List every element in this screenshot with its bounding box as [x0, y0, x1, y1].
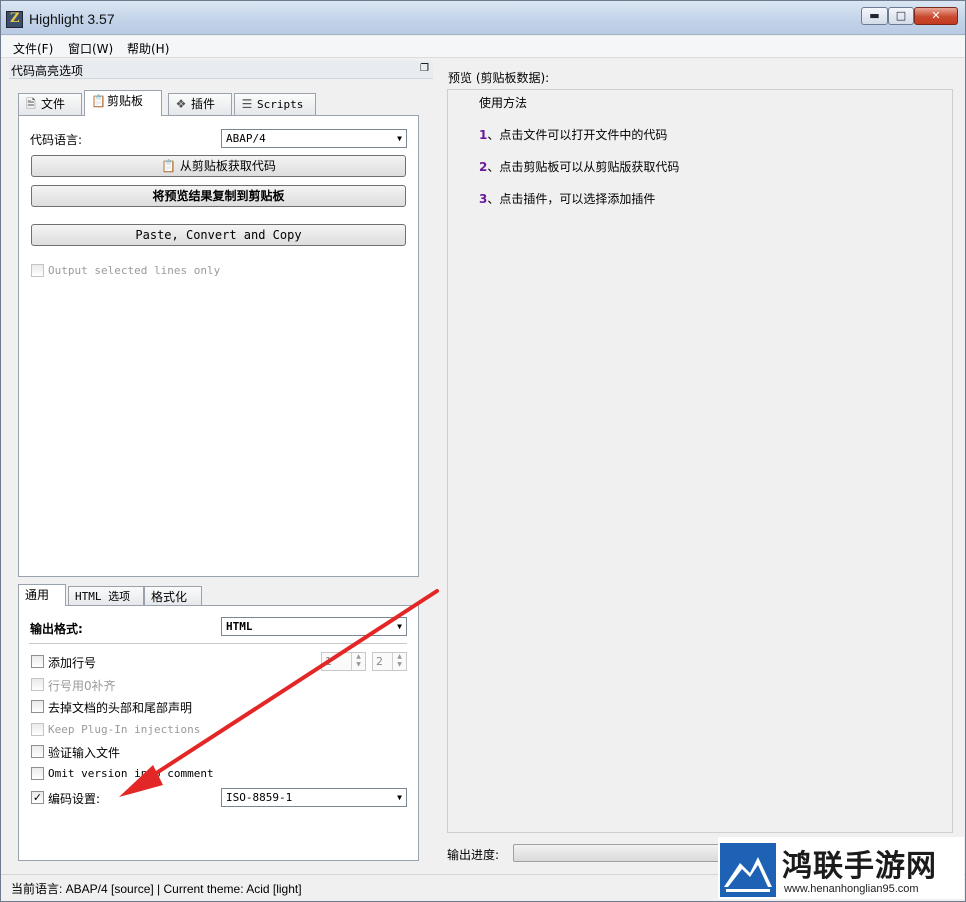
preview-step-1: 1、点击文件可以打开文件中的代码: [479, 128, 668, 142]
preview-heading: 使用方法: [479, 96, 528, 110]
preview-area[interactable]: 使用方法 1、点击文件可以打开文件中的代码 2、点击剪贴板可以从剪贴版获取代码 …: [447, 89, 953, 833]
status-text: 当前语言: ABAP/4 [source] | Current theme: A…: [11, 882, 302, 896]
preview-step-2: 2、点击剪贴板可以从剪贴版获取代码: [479, 160, 680, 174]
clipboard-icon: 📋: [91, 94, 106, 108]
site-watermark: 鸿联手游网 www.henanhonglian95.com: [718, 837, 964, 899]
tab-general[interactable]: 通用: [18, 584, 66, 606]
preview-step-3: 3、点击插件，可以选择添加插件: [479, 192, 656, 206]
preview-title: 预览 (剪贴板数据):: [448, 71, 550, 85]
watermark-title: 鸿联手游网: [782, 849, 937, 884]
tab-clipboard[interactable]: 📋剪贴板: [84, 90, 162, 116]
app-window: Highlight 3.57 ▬ □ ✕ 文件(F) 窗口(W) 帮助(H) 代…: [0, 0, 966, 902]
watermark-url: www.henanhonglian95.com: [784, 883, 919, 895]
watermark-logo-icon: [720, 843, 776, 897]
progress-label: 输出进度:: [447, 848, 500, 862]
